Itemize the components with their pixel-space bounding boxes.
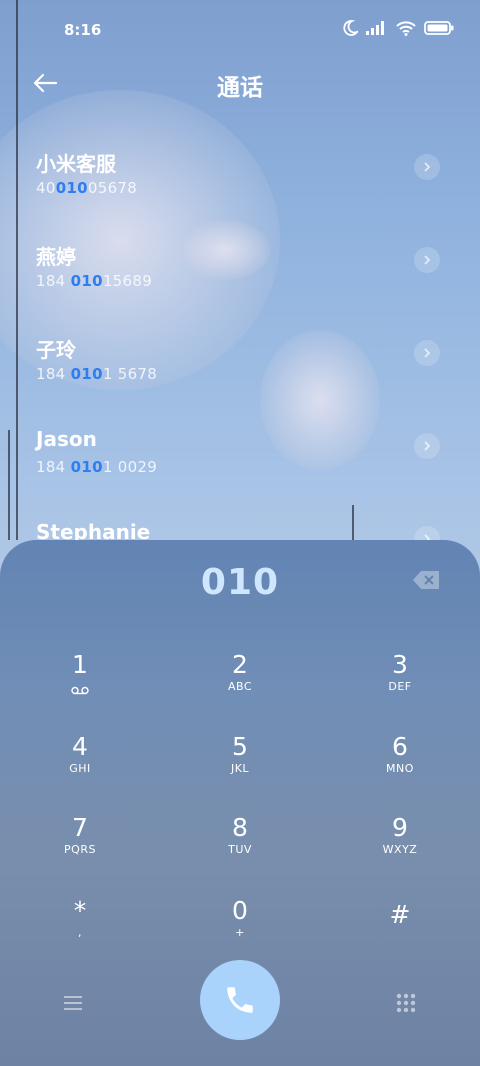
status-bar: 8:16 (0, 0, 480, 60)
dialpad-grid-icon[interactable] (394, 991, 418, 1015)
battery-icon (424, 21, 454, 35)
contact-item[interactable]: 小米客服 4001005678 (0, 148, 480, 238)
key-6[interactable]: 6 MNO (340, 732, 460, 792)
dialer-bottom-bar (0, 960, 480, 1050)
contact-name: 燕婷 (36, 245, 76, 269)
contact-number: 184 01015689 (36, 272, 153, 290)
dialed-number: 010 (200, 562, 280, 603)
call-button[interactable] (200, 960, 280, 1040)
key-hash[interactable]: # (340, 900, 460, 960)
chevron-right-icon[interactable] (414, 154, 440, 180)
contact-name: 小米客服 (36, 152, 116, 176)
moon-icon (343, 20, 358, 36)
chevron-right-icon[interactable] (414, 340, 440, 366)
status-time: 8:16 (64, 21, 102, 39)
key-7[interactable]: 7 PQRS (20, 813, 140, 873)
key-1[interactable]: 1 (20, 650, 140, 710)
dialpad-panel: 010 1 2 ABC 3 DEF 4 GHI 5 JKL 6 MNO 7 PQ… (0, 540, 480, 1066)
key-8[interactable]: 8 TUV (180, 813, 300, 873)
key-2[interactable]: 2 ABC (180, 650, 300, 710)
contact-name: Jason (36, 427, 97, 451)
contact-item[interactable]: 燕婷 184 01015689 (0, 241, 480, 331)
key-5[interactable]: 5 JKL (180, 732, 300, 792)
number-match: 010 (70, 272, 103, 290)
signal-icon (366, 21, 384, 35)
page-title: 通话 (217, 75, 263, 101)
phone-icon (227, 987, 253, 1013)
status-icons (342, 20, 454, 36)
key-3[interactable]: 3 DEF (340, 650, 460, 710)
voicemail-icon (71, 686, 89, 695)
contact-name: 子玲 (36, 338, 76, 362)
backspace-icon[interactable] (412, 570, 440, 590)
contact-item[interactable]: 子玲 184 0101 5678 (0, 334, 480, 424)
number-match: 010 (70, 458, 103, 476)
wifi-icon (396, 20, 416, 36)
key-0[interactable]: 0 + (180, 896, 300, 956)
key-4[interactable]: 4 GHI (20, 732, 140, 792)
chevron-right-icon[interactable] (414, 433, 440, 459)
number-match: 010 (70, 365, 103, 383)
number-match: 010 (55, 179, 88, 197)
header: 通话 (0, 60, 480, 106)
key-star[interactable]: *, (20, 896, 140, 956)
contact-number: 184 0101 5678 (36, 365, 158, 383)
key-9[interactable]: 9 WXYZ (340, 813, 460, 873)
menu-icon[interactable] (62, 993, 84, 1013)
contact-number: 184 0101 0029 (36, 458, 158, 476)
chevron-right-icon[interactable] (414, 247, 440, 273)
phone-screen: 8:16 通话 小米客服 4001005678 燕婷 184 01015689 … (0, 0, 480, 1066)
contact-number: 4001005678 (36, 179, 138, 197)
contact-item[interactable]: Jason 184 0101 0029 (0, 427, 480, 517)
